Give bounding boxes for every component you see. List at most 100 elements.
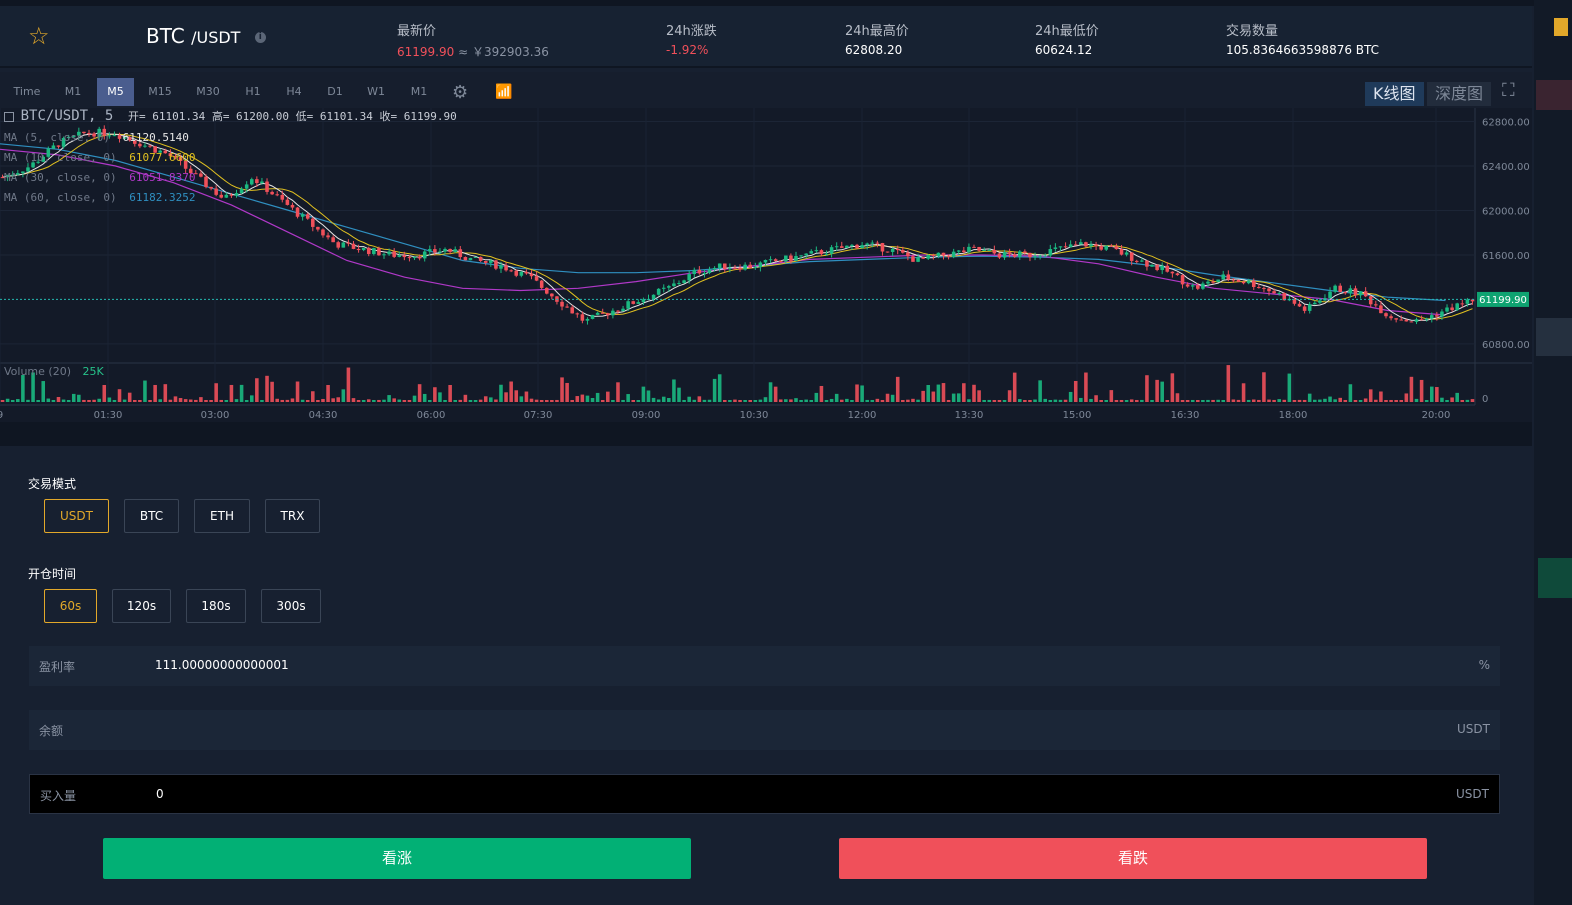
volume-bar: [397, 399, 402, 402]
candle-body: [575, 313, 580, 315]
candle-body: [1363, 291, 1368, 297]
collapse-icon[interactable]: [4, 112, 14, 122]
volume-bar: [707, 399, 712, 402]
fullscreen-icon[interactable]: ⛶: [1502, 80, 1515, 101]
candle-body: [1048, 248, 1053, 256]
volume-bar: [1455, 392, 1459, 402]
menu-icon[interactable]: [1554, 18, 1568, 36]
interval-time[interactable]: Time: [6, 78, 48, 106]
candle-body: [743, 264, 747, 270]
candle-body: [321, 229, 325, 236]
volume-bar: [10, 400, 15, 402]
candle-body: [504, 265, 508, 271]
interval-m30[interactable]: M30: [187, 78, 229, 106]
volume-bar: [565, 382, 569, 402]
candle-body: [489, 260, 493, 263]
volume-bar: [860, 385, 864, 402]
volume-bar: [1424, 400, 1429, 402]
pair-quote: /USDT: [191, 28, 241, 47]
candle-body: [458, 249, 463, 258]
volume-bar: [1226, 365, 1231, 402]
mode-trx-button[interactable]: TRX: [265, 499, 320, 533]
candle-body: [316, 226, 320, 230]
time-60s-button[interactable]: 60s: [44, 589, 97, 623]
volume-bar: [936, 384, 941, 402]
mode-usdt-button[interactable]: USDT: [44, 499, 109, 533]
volume-bar: [1033, 399, 1037, 402]
interval-h1[interactable]: H1: [236, 78, 270, 106]
volume-bar: [387, 395, 391, 402]
volume-bar: [1134, 399, 1139, 402]
volume-bar: [260, 400, 264, 402]
tab-depth[interactable]: 深度图: [1427, 82, 1492, 106]
candle-body: [1338, 285, 1342, 292]
volume-bar: [417, 384, 422, 402]
candle-body: [1374, 304, 1378, 306]
volume-bar: [46, 398, 51, 402]
candle-body: [1429, 315, 1434, 319]
volume-bar: [585, 395, 590, 402]
candle-body: [1328, 291, 1332, 299]
volume-bar: [295, 381, 300, 402]
buy-up-button[interactable]: 看涨: [103, 838, 691, 879]
mode-eth-button[interactable]: ETH: [194, 499, 250, 533]
volume-bar: [438, 392, 442, 402]
candle-body: [366, 247, 371, 254]
indicators-icon[interactable]: 📶: [495, 84, 512, 100]
candle-body: [1211, 281, 1215, 283]
candle-body: [1099, 245, 1103, 250]
time-300s-button[interactable]: 300s: [261, 589, 321, 623]
volume-bar: [875, 398, 880, 402]
favorite-star-icon[interactable]: ☆: [28, 22, 50, 50]
interval-m15[interactable]: M15: [140, 78, 180, 106]
time-180s-button[interactable]: 180s: [186, 589, 246, 623]
buy-amount-input[interactable]: 买入量 0 USDT: [29, 774, 1500, 814]
volume-bar: [5, 398, 10, 402]
candle-body: [1175, 273, 1180, 276]
time-120s-button[interactable]: 120s: [112, 589, 171, 623]
interval-h4[interactable]: H4: [277, 78, 311, 106]
candle-body: [1119, 249, 1124, 255]
volume-bar: [773, 386, 778, 402]
settings-gear-icon[interactable]: ⚙: [452, 82, 468, 103]
volume-bar: [1419, 379, 1424, 402]
candle-body: [875, 242, 880, 244]
volume-bar: [1333, 399, 1337, 402]
interval-m5[interactable]: M5: [97, 78, 134, 106]
volume-bar: [1211, 399, 1215, 402]
mode-btc-button[interactable]: BTC: [124, 499, 179, 533]
volume-bar: [107, 397, 112, 402]
trade-form: 交易模式 USDT BTC ETH TRX 开仓时间 60s 120s 180s…: [0, 446, 1532, 905]
candle-body: [463, 257, 468, 261]
tab-kline[interactable]: K线图: [1365, 82, 1424, 106]
candle-body: [916, 257, 920, 262]
kline-chart-area[interactable]: Time M1 M5 M15 M30 H1 H4 D1 W1 M1 ⚙ 📶 K线…: [0, 72, 1532, 422]
candle-body: [1246, 280, 1251, 284]
volume-bar: [336, 397, 341, 402]
volume-bar: [1358, 399, 1363, 402]
info-icon[interactable]: i: [254, 32, 266, 43]
candle-body: [1302, 306, 1307, 311]
volume-bar: [1170, 373, 1175, 402]
candle-body: [1226, 274, 1231, 280]
interval-m1[interactable]: M1: [54, 78, 92, 106]
candle-body: [1201, 283, 1205, 289]
volume-bar: [1465, 399, 1470, 402]
volume-bar: [1348, 384, 1353, 402]
volume-bar: [819, 385, 824, 402]
candle-body: [870, 242, 875, 244]
candle-body: [707, 269, 712, 274]
volume-bar: [1048, 399, 1053, 402]
volume-bar: [382, 399, 386, 402]
candle-body: [682, 280, 686, 283]
volume-bar: [804, 399, 808, 402]
interval-d1[interactable]: D1: [318, 78, 352, 106]
volume-bar: [133, 400, 137, 402]
volume-bar: [1251, 399, 1256, 402]
candle-body: [768, 259, 773, 261]
volume-bar: [21, 375, 25, 402]
volume-bar: [61, 399, 66, 402]
interval-month[interactable]: M1: [402, 78, 436, 106]
buy-down-button[interactable]: 看跌: [839, 838, 1427, 879]
interval-w1[interactable]: W1: [359, 78, 393, 106]
